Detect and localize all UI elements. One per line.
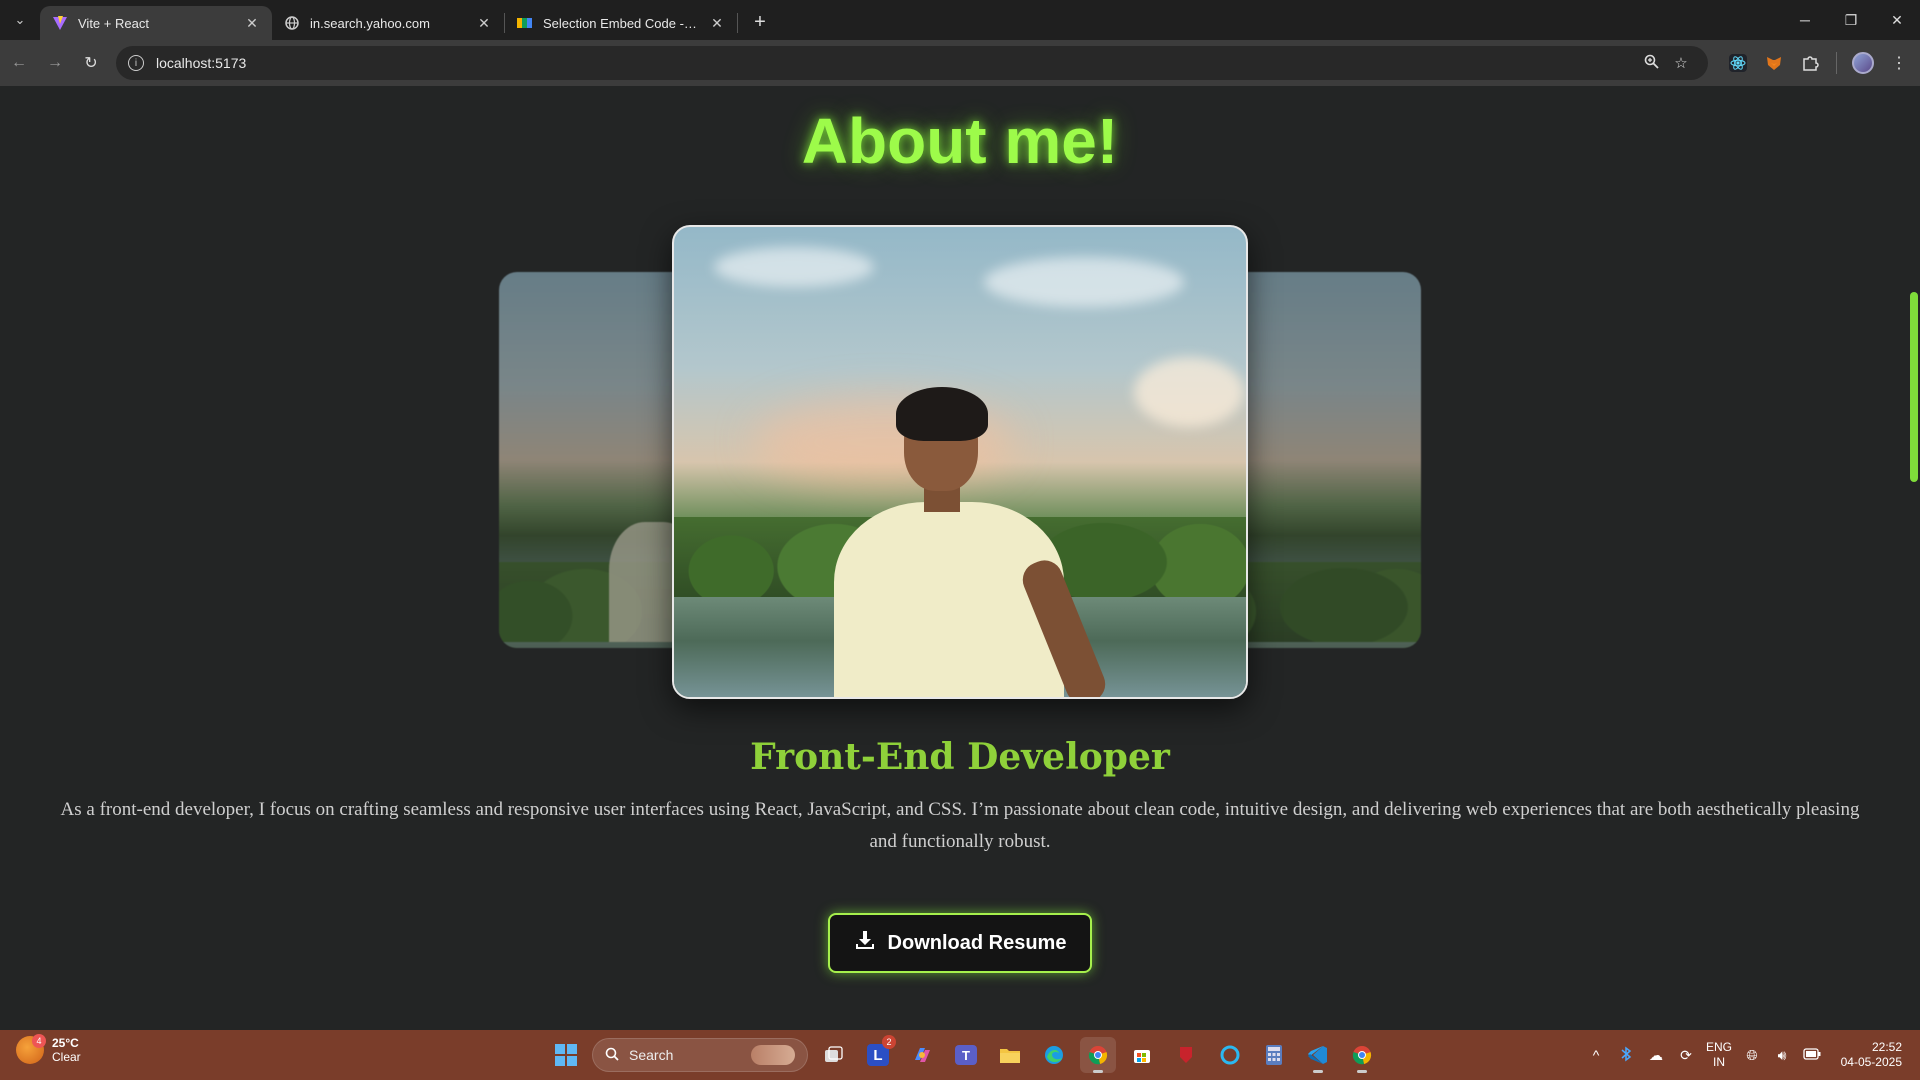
browser-tab-strip: ⌄ Vite + React ✕ in.search.yahoo.com ✕ S… xyxy=(0,0,1920,40)
weather-desc: Clear xyxy=(52,1050,81,1064)
file-explorer-icon[interactable] xyxy=(992,1037,1028,1073)
role-title: Front-End Developer xyxy=(750,736,1170,778)
teams-glyph: T xyxy=(955,1045,977,1065)
tab-title: Selection Embed Code - Googl xyxy=(543,15,699,31)
extensions-puzzle-icon[interactable] xyxy=(1792,45,1828,81)
running-indicator xyxy=(1357,1070,1367,1073)
weather-text: 25°C Clear xyxy=(52,1036,81,1064)
photo-person-hair xyxy=(896,387,988,441)
onedrive-offline-icon[interactable]: ☁ xyxy=(1646,1047,1666,1064)
profile-avatar[interactable] xyxy=(1845,45,1881,81)
photo-cloud xyxy=(1134,357,1244,427)
task-view-icon[interactable] xyxy=(816,1037,852,1073)
taskbar-search-label: Search xyxy=(629,1047,674,1063)
tab-vite-react[interactable]: Vite + React ✕ xyxy=(40,6,272,40)
tab-title: in.search.yahoo.com xyxy=(310,15,430,31)
windows-taskbar: 4 25°C Clear Search L 2 T ^ ☁ ⟳ ENG IN 🌐… xyxy=(0,1030,1920,1080)
photo-cloud xyxy=(984,257,1184,307)
close-icon[interactable]: ✕ xyxy=(709,15,725,32)
teams-icon[interactable]: T xyxy=(948,1037,984,1073)
battery-icon[interactable] xyxy=(1802,1047,1822,1063)
back-button[interactable]: ← xyxy=(2,46,36,80)
close-icon[interactable]: ✕ xyxy=(476,15,492,32)
download-resume-button[interactable]: Download Resume xyxy=(828,913,1092,973)
photo-cloud xyxy=(714,247,874,287)
window-controls: ─ ❐ ✕ xyxy=(1782,0,1920,40)
chrome-icon[interactable] xyxy=(1344,1037,1380,1073)
close-icon[interactable]: ✕ xyxy=(244,15,260,32)
clock-date: 04-05-2025 xyxy=(1840,1055,1902,1069)
page-viewport: About me! Front-End Developer As a front… xyxy=(0,86,1920,1030)
download-resume-label: Download Resume xyxy=(887,931,1067,954)
network-globe-icon[interactable]: 🌐︎ xyxy=(1742,1047,1762,1064)
tab-divider xyxy=(737,13,738,33)
bio-text: As a front-end developer, I focus on cra… xyxy=(60,799,1860,852)
app-l-icon[interactable]: L 2 xyxy=(860,1035,896,1073)
search-highlight-image xyxy=(751,1045,795,1065)
copilot-icon[interactable] xyxy=(904,1037,940,1073)
browser-menu-icon[interactable]: ⋮ xyxy=(1881,45,1917,81)
profile-photo-card[interactable] xyxy=(672,225,1248,699)
microsoft-store-icon[interactable] xyxy=(1124,1037,1160,1073)
start-button[interactable] xyxy=(548,1037,584,1073)
new-tab-button[interactable]: + xyxy=(746,8,774,36)
download-icon xyxy=(854,929,876,957)
zoom-icon[interactable] xyxy=(1636,54,1666,73)
running-indicator xyxy=(1313,1070,1323,1073)
forward-button[interactable]: → xyxy=(38,46,72,80)
address-bar[interactable]: i localhost:5173 ☆ xyxy=(116,46,1708,80)
browser-toolbar: ← → ↻ i localhost:5173 ☆ ⋮ xyxy=(0,40,1920,86)
chrome-icon-active[interactable] xyxy=(1080,1037,1116,1073)
globe-icon xyxy=(284,15,300,31)
edge-icon[interactable] xyxy=(1036,1037,1072,1073)
taskbar-search[interactable]: Search xyxy=(592,1038,808,1072)
close-window-button[interactable]: ✕ xyxy=(1874,0,1920,40)
weather-widget[interactable]: 4 25°C Clear xyxy=(16,1034,81,1064)
react-devtools-extension-icon[interactable] xyxy=(1720,45,1756,81)
avatar xyxy=(1852,52,1874,74)
clock-time: 22:52 xyxy=(1871,1040,1902,1054)
site-info-icon[interactable]: i xyxy=(128,55,144,71)
running-indicator xyxy=(1093,1070,1103,1073)
volume-icon[interactable]: 🔊︎ xyxy=(1772,1047,1792,1064)
vscode-icon[interactable] xyxy=(1300,1037,1336,1073)
bookmark-star-icon[interactable]: ☆ xyxy=(1666,54,1696,72)
search-icon xyxy=(605,1047,619,1064)
weather-moon-icon: 4 xyxy=(16,1034,46,1064)
toolbar-divider xyxy=(1836,52,1837,74)
about-heading: About me! xyxy=(801,105,1119,177)
reload-button[interactable]: ↻ xyxy=(74,46,108,80)
antivirus-shield-icon[interactable] xyxy=(1168,1037,1204,1073)
weather-temp: 25°C xyxy=(52,1036,79,1050)
tab-yahoo-search[interactable]: in.search.yahoo.com ✕ xyxy=(272,6,504,40)
language-code: ENG xyxy=(1705,1040,1732,1054)
language-region: IN xyxy=(1712,1055,1725,1069)
minimize-button[interactable]: ─ xyxy=(1782,0,1828,40)
tab-search-button[interactable]: ⌄ xyxy=(6,6,34,34)
language-indicator[interactable]: ENG IN xyxy=(1706,1040,1732,1070)
metamask-extension-icon[interactable] xyxy=(1756,45,1792,81)
page-scrollbar-thumb[interactable] xyxy=(1910,292,1918,482)
show-hidden-icons-chevron-icon[interactable]: ^ xyxy=(1586,1047,1606,1063)
bluetooth-icon[interactable] xyxy=(1616,1046,1636,1065)
app-badge: 2 xyxy=(882,1035,896,1049)
calculator-icon[interactable] xyxy=(1256,1037,1292,1073)
clock[interactable]: 22:52 04-05-2025 xyxy=(1832,1040,1902,1070)
tab-selection-embed-code[interactable]: Selection Embed Code - Googl ✕ xyxy=(505,6,737,40)
vite-icon xyxy=(52,15,68,31)
restore-button[interactable]: ❐ xyxy=(1828,0,1874,40)
address-url[interactable]: localhost:5173 xyxy=(156,55,1636,71)
windows-logo-icon xyxy=(555,1044,577,1066)
cortana-circle-icon[interactable] xyxy=(1212,1037,1248,1073)
taskbar-apps: Search L 2 T xyxy=(548,1035,1380,1073)
system-tray: ^ ☁ ⟳ ENG IN 🌐︎ 🔊︎ 22:52 04-05-2025 xyxy=(1586,1030,1920,1080)
weather-badge: 4 xyxy=(32,1034,46,1048)
sync-icon[interactable]: ⟳ xyxy=(1676,1047,1696,1064)
tab-title: Vite + React xyxy=(78,15,149,31)
google-sheets-icon xyxy=(517,15,533,31)
